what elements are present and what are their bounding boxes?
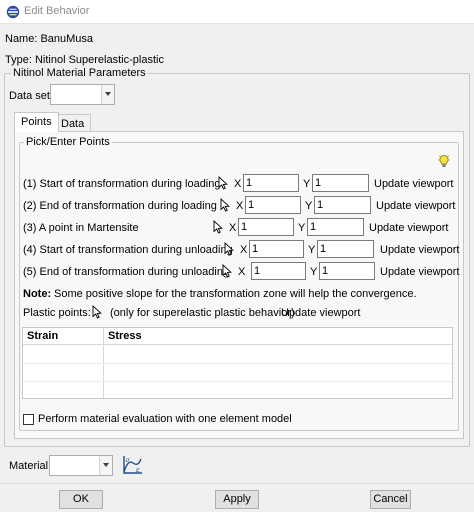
tab-data[interactable]: Data bbox=[54, 114, 92, 132]
pick-cursor-icon[interactable] bbox=[224, 242, 234, 256]
point-5-y-input[interactable]: 1 bbox=[319, 262, 375, 280]
table-row[interactable] bbox=[23, 363, 452, 364]
dataset-combo[interactable] bbox=[50, 84, 115, 105]
plastic-points-table[interactable]: Strain Stress bbox=[22, 327, 453, 399]
cancel-button[interactable]: Cancel bbox=[370, 490, 411, 509]
point-3-x-input[interactable]: 1 bbox=[238, 218, 294, 236]
point-3-update-viewport[interactable]: Update viewport bbox=[369, 222, 449, 234]
dataset-label: Data set: bbox=[9, 90, 54, 102]
chevron-down-icon[interactable] bbox=[99, 456, 112, 475]
material-combo[interactable] bbox=[49, 455, 113, 476]
table-row[interactable] bbox=[23, 381, 452, 382]
point-1-update-viewport[interactable]: Update viewport bbox=[374, 178, 454, 190]
table-header: Strain Stress bbox=[23, 328, 452, 345]
point-1-x-input[interactable]: 1 bbox=[243, 174, 299, 192]
point-5-update-viewport[interactable]: Update viewport bbox=[380, 266, 460, 278]
point-2-label: (2) End of transformation during loading bbox=[23, 200, 217, 212]
point-1-x-label: X bbox=[234, 178, 242, 190]
material-plot-icon[interactable]: ε σ bbox=[122, 455, 144, 475]
pick-enter-points-title: Pick/Enter Points bbox=[24, 136, 112, 148]
strain-column-header[interactable]: Strain bbox=[27, 330, 58, 342]
point-5-x-input[interactable]: 1 bbox=[251, 262, 306, 280]
pick-cursor-icon[interactable] bbox=[92, 305, 102, 319]
point-2-y-input[interactable]: 1 bbox=[314, 196, 371, 214]
material-label: Material: bbox=[9, 460, 52, 472]
chevron-down-icon[interactable] bbox=[101, 85, 114, 104]
point-5-y-label: Y bbox=[310, 266, 318, 278]
point-3-x-label: X bbox=[229, 222, 237, 234]
behavior-type-label: Type: Nitinol Superelastic-plastic bbox=[5, 54, 164, 66]
plastic-points-label: Plastic points: bbox=[23, 307, 91, 319]
button-separator bbox=[0, 483, 474, 484]
tab-points-label: Points bbox=[21, 116, 52, 128]
point-5-x-label: X bbox=[238, 266, 246, 278]
plastic-points-hint: (only for superelastic plastic behavior) bbox=[110, 307, 295, 319]
point-2-update-viewport[interactable]: Update viewport bbox=[376, 200, 456, 212]
point-2-x-label: X bbox=[236, 200, 244, 212]
point-3-y-label: Y bbox=[298, 222, 306, 234]
tab-data-label: Data bbox=[61, 118, 85, 130]
stress-column-header[interactable]: Stress bbox=[108, 330, 142, 342]
point-3-label: (3) A point in Martensite bbox=[23, 222, 139, 234]
plastic-update-viewport[interactable]: Update viewport bbox=[281, 307, 361, 319]
point-5-label: (5) End of transformation during unloadi… bbox=[23, 266, 230, 278]
behavior-name-label: Name: BanuMusa bbox=[5, 33, 94, 45]
evaluation-label: Perform material evaluation with one ele… bbox=[38, 413, 292, 425]
point-4-x-input[interactable]: 1 bbox=[249, 240, 304, 258]
point-4-y-label: Y bbox=[308, 244, 316, 256]
window-title: Edit Behavior bbox=[24, 5, 90, 17]
point-1-y-label: Y bbox=[303, 178, 311, 190]
pick-cursor-icon[interactable] bbox=[218, 176, 228, 190]
pick-cursor-icon[interactable] bbox=[222, 264, 232, 278]
svg-text:ε: ε bbox=[136, 466, 140, 474]
abaqus-app-icon bbox=[6, 5, 20, 19]
point-2-y-label: Y bbox=[305, 200, 313, 212]
tab-points[interactable]: Points bbox=[14, 112, 59, 132]
ok-button[interactable]: OK bbox=[59, 490, 103, 509]
window-titlebar[interactable]: Edit Behavior bbox=[0, 0, 474, 24]
pick-cursor-icon[interactable] bbox=[220, 198, 230, 212]
lightbulb-icon[interactable] bbox=[437, 154, 451, 168]
point-4-y-input[interactable]: 1 bbox=[317, 240, 374, 258]
point-4-update-viewport[interactable]: Update viewport bbox=[380, 244, 460, 256]
note-text: Some positive slope for the transformati… bbox=[54, 288, 417, 300]
evaluation-checkbox[interactable] bbox=[23, 414, 34, 425]
note-label: Note: bbox=[23, 288, 52, 300]
point-4-label: (4) Start of transformation during unloa… bbox=[23, 244, 233, 256]
point-2-x-input[interactable]: 1 bbox=[245, 196, 301, 214]
nitinol-parameters-title: Nitinol Material Parameters bbox=[11, 67, 148, 79]
pick-cursor-icon[interactable] bbox=[213, 220, 223, 234]
point-3-y-input[interactable]: 1 bbox=[307, 218, 364, 236]
point-1-label: (1) Start of transformation during loadi… bbox=[23, 178, 221, 190]
point-4-x-label: X bbox=[240, 244, 248, 256]
point-1-y-input[interactable]: 1 bbox=[312, 174, 369, 192]
apply-button[interactable]: Apply bbox=[215, 490, 259, 509]
